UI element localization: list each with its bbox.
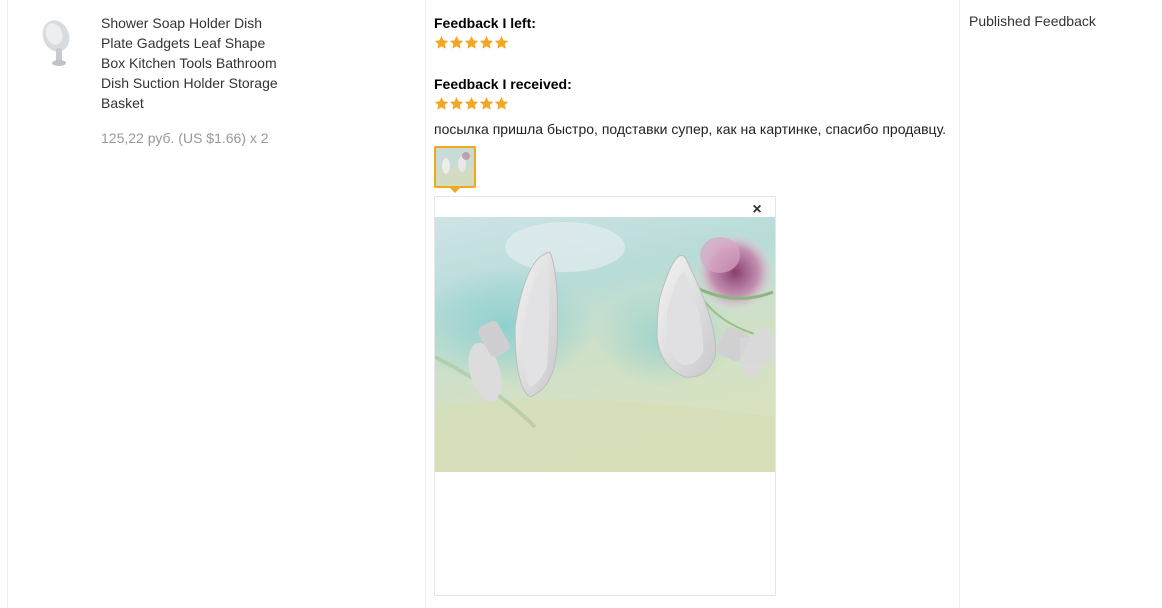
star-icon (494, 35, 509, 49)
product-price: 125,22 руб. (US $1.66) x 2 (101, 130, 269, 146)
published-feedback-link[interactable]: Published Feedback (969, 12, 1096, 30)
star-icon (434, 96, 449, 110)
star-icon (449, 96, 464, 110)
star-icon (464, 96, 479, 110)
star-icon (494, 96, 509, 110)
feedback-received-label: Feedback I received: (434, 76, 572, 92)
feedback-left-label: Feedback I left: (434, 15, 536, 31)
thumbnail-pointer (449, 187, 461, 193)
star-icon (479, 96, 494, 110)
star-icon (449, 35, 464, 49)
star-icon (464, 35, 479, 49)
column-divider (959, 0, 960, 608)
feedback-comment: посылка пришла быстро, подставки супер, … (434, 121, 947, 137)
left-border (7, 0, 8, 608)
photo-preview-panel: × (434, 196, 776, 596)
order-feedback-row: Shower Soap Holder Dish Plate Gadgets Le… (0, 0, 1162, 608)
feedback-left-stars (434, 35, 509, 51)
column-divider (425, 0, 426, 608)
feedback-photo-large (435, 217, 775, 472)
feedback-photo-thumbnail[interactable] (434, 146, 476, 188)
star-icon (434, 35, 449, 49)
product-thumbnail[interactable] (36, 14, 78, 70)
feedback-received-stars (434, 96, 509, 112)
star-icon (479, 35, 494, 49)
product-title-link[interactable]: Shower Soap Holder Dish Plate Gadgets Le… (101, 13, 286, 113)
